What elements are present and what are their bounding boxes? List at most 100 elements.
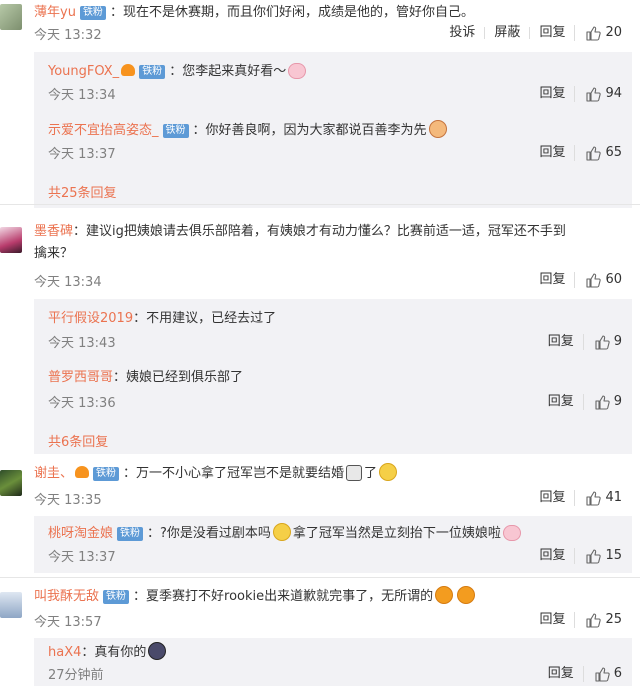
confused-face-icon xyxy=(272,523,291,541)
avatar[interactable] xyxy=(0,470,22,496)
comment-4: 叫我酥无敌 铁粉 ：夏季赛打不好rookie出来道歉就完事了，无所谓的 今天 13:… xyxy=(0,578,640,686)
reply-body: ：姨娘已经到俱乐部了 xyxy=(113,370,244,385)
comment-body: ：现在不是休赛期，而且你们好闲，成绩是他的，管好你自己。 xyxy=(109,5,474,20)
avatar[interactable] xyxy=(0,592,22,618)
thumbs-up-icon xyxy=(585,490,601,506)
like-count: 9 xyxy=(613,394,622,409)
reply-box: YoungFOX_ 铁粉 ：您李起来真好看～ 今天 13:34 回复 94 示爱不宜… xyxy=(34,52,632,208)
like-count: 94 xyxy=(605,86,622,101)
username[interactable]: 薄年yu xyxy=(34,5,76,20)
username[interactable]: 桃呀淘金娘 xyxy=(48,526,113,541)
comment-meta: 今天 13:34 回复 60 xyxy=(34,272,622,294)
thumbs-up-icon xyxy=(594,666,610,682)
timestamp: 今天 13:37 xyxy=(48,550,116,565)
reply-button[interactable]: 回复 xyxy=(530,87,574,100)
timestamp: 今天 13:37 xyxy=(48,147,116,162)
reply-body: ：?你是没看过剧本吗 xyxy=(147,526,271,541)
avatar[interactable] xyxy=(0,4,22,30)
reply-box: haX4：真有你的 27分钟前 回复 6 xyxy=(34,638,632,686)
more-replies-link[interactable]: 共6条回复 xyxy=(48,431,108,450)
username[interactable]: 谢圭、 xyxy=(34,466,73,481)
like-count: 25 xyxy=(605,612,622,627)
reply-text: 平行假设2019：不用建议，已经去过了 xyxy=(48,309,276,329)
fan-badge: 铁粉 xyxy=(93,467,120,481)
report-button[interactable]: 投诉 xyxy=(440,26,484,39)
reply-button[interactable]: 回复 xyxy=(530,549,574,562)
reply-actions: 回复 15 xyxy=(530,548,622,564)
pig-icon xyxy=(502,525,521,541)
reply-actions: 回复 94 xyxy=(530,86,622,102)
username[interactable]: 叫我酥无敌 xyxy=(34,589,99,604)
username[interactable]: YoungFOX_ xyxy=(48,64,119,79)
thumbs-up-icon xyxy=(585,25,601,41)
fan-badge: 铁粉 xyxy=(139,65,166,79)
reply-actions: 回复 6 xyxy=(539,666,622,682)
thumbs-up-icon xyxy=(585,548,601,564)
like-count: 15 xyxy=(605,548,622,563)
like-button[interactable]: 60 xyxy=(574,272,622,288)
timestamp: 今天 13:43 xyxy=(48,336,116,351)
like-button[interactable]: 94 xyxy=(574,86,622,102)
like-button[interactable]: 9 xyxy=(582,334,622,350)
like-count: 20 xyxy=(605,25,622,40)
username[interactable]: 墨香碑 xyxy=(34,224,73,239)
old-man-icon xyxy=(428,120,447,138)
comment-text: 叫我酥无敌 铁粉 ：夏季赛打不好rookie出来道歉就完事了，无所谓的 xyxy=(34,586,624,608)
like-count: 60 xyxy=(605,272,622,287)
fan-badge: 铁粉 xyxy=(117,527,144,541)
username[interactable]: 普罗西哥哥 xyxy=(48,370,113,385)
like-button[interactable]: 65 xyxy=(574,145,622,161)
like-button[interactable]: 15 xyxy=(574,548,622,564)
more-replies-link[interactable]: 共25条回复 xyxy=(48,182,117,201)
avatar[interactable] xyxy=(0,227,22,253)
like-count: 9 xyxy=(613,334,622,349)
reply-actions: 回复 9 xyxy=(539,334,622,350)
fan-badge: 铁粉 xyxy=(103,590,130,604)
reply-button[interactable]: 回复 xyxy=(539,667,583,680)
fan-badge: 铁粉 xyxy=(162,124,189,138)
comment-body: ：夏季赛打不好rookie出来道歉就完事了，无所谓的 xyxy=(133,589,434,604)
comment-text: 谢圭、 铁粉 ：万一不小心拿了冠军岂不是就要结婚 了 xyxy=(34,463,624,485)
like-button[interactable]: 41 xyxy=(574,490,622,506)
like-button[interactable]: 9 xyxy=(582,394,622,410)
worried-face-icon xyxy=(379,463,398,481)
bride-icon xyxy=(346,465,363,481)
reply-button[interactable]: 回复 xyxy=(529,26,574,39)
comment-text: 墨香碑：建议ig把姨娘请去俱乐部陪着，有姨娘才有动力懂么？比赛前适一适，冠军还不… xyxy=(34,221,624,265)
reply-text: 桃呀淘金娘 铁粉 ：?你是没看过剧本吗 拿了冠军当然是立刻抬下一位姨娘啦 xyxy=(48,523,523,544)
reply-text: 普罗西哥哥：姨娘已经到俱乐部了 xyxy=(48,368,243,388)
reply-button[interactable]: 回复 xyxy=(539,395,583,408)
reply-body-tail: 拿了冠军当然是立刻抬下一位姨娘啦 xyxy=(292,526,501,541)
reply-button[interactable]: 回复 xyxy=(539,335,583,348)
laughing-face-icon xyxy=(435,586,454,604)
comment-actions: 回复 60 xyxy=(530,272,622,288)
reply-text: 示爱不宜抬高姿态_ 铁粉 ：你好善良啊，因为大家都说百善李为先 xyxy=(48,120,449,141)
comment-actions: 投诉 屏蔽 回复 20 xyxy=(440,25,622,41)
reply-box: 桃呀淘金娘 铁粉 ：?你是没看过剧本吗 拿了冠军当然是立刻抬下一位姨娘啦 今天 13:… xyxy=(34,516,632,573)
timestamp: 今天 13:34 xyxy=(48,88,116,103)
like-count: 41 xyxy=(605,490,622,505)
username[interactable]: 平行假设2019 xyxy=(48,311,133,326)
like-button[interactable]: 6 xyxy=(582,666,622,682)
comment-actions: 回复 25 xyxy=(530,612,622,628)
block-button[interactable]: 屏蔽 xyxy=(484,26,529,39)
username[interactable]: 示爱不宜抬高姿态_ xyxy=(48,123,159,138)
username[interactable]: haX4 xyxy=(48,645,81,660)
like-button[interactable]: 25 xyxy=(574,612,622,628)
like-button[interactable]: 20 xyxy=(574,25,622,41)
comment-body-tail: 了 xyxy=(364,466,378,481)
reply-body: ：你好善良啊，因为大家都说百善李为先 xyxy=(192,123,427,138)
thumbs-up-icon xyxy=(594,334,610,350)
reply-button[interactable]: 回复 xyxy=(530,491,574,504)
pig-icon xyxy=(288,63,307,79)
reply-body: ：不用建议，已经去过了 xyxy=(133,311,277,326)
laughing-face-icon xyxy=(457,586,476,604)
timestamp: 今天 13:36 xyxy=(48,396,116,411)
reply-button[interactable]: 回复 xyxy=(530,613,574,626)
comment-2: 墨香碑：建议ig把姨娘请去俱乐部陪着，有姨娘才有动力懂么？比赛前适一适，冠军还不… xyxy=(0,205,640,455)
comment-meta: 今天 13:32 投诉 屏蔽 回复 20 xyxy=(34,25,622,47)
reply-button[interactable]: 回复 xyxy=(530,146,574,159)
dog-face-icon xyxy=(148,642,167,660)
comment-body-cont: 擒来？ xyxy=(34,246,74,261)
reply-button[interactable]: 回复 xyxy=(530,273,574,286)
